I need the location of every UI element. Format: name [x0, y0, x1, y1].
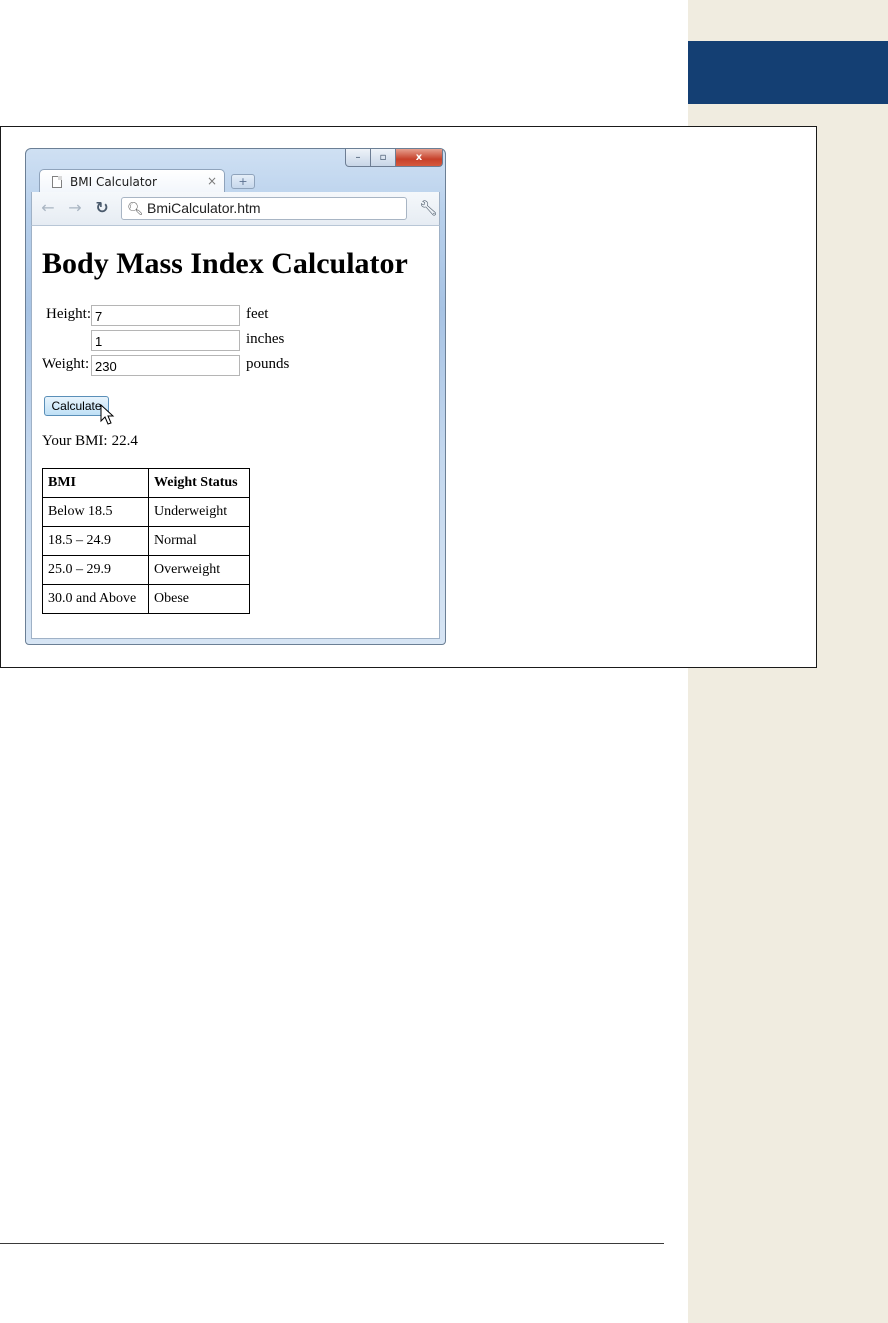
- wrench-icon[interactable]: 🔧︎: [419, 199, 438, 217]
- table-cell-status: Obese: [148, 584, 250, 614]
- table-cell-bmi: 18.5 – 24.9: [42, 526, 149, 556]
- tab-title: BMI Calculator: [70, 174, 157, 189]
- bmi-result: Your BMI: 22.4: [42, 433, 138, 450]
- footer-divider: [0, 1243, 664, 1244]
- url-text: BmiCalculator.htm: [147, 200, 261, 216]
- table-row: Below 18.5 Underweight: [42, 497, 250, 527]
- table-row: 18.5 – 24.9 Normal: [42, 526, 250, 556]
- inches-unit-label: inches: [246, 331, 285, 347]
- mouse-pointer-icon: [100, 404, 115, 425]
- table-header-bmi: BMI: [42, 468, 149, 498]
- forward-arrow-icon[interactable]: →: [66, 199, 84, 217]
- height-inches-field[interactable]: [91, 330, 240, 351]
- table-row: 25.0 – 29.9 Overweight: [42, 555, 250, 585]
- close-window-button[interactable]: x: [396, 149, 443, 167]
- table-cell-bmi: 25.0 – 29.9: [42, 555, 149, 585]
- back-arrow-icon[interactable]: ←: [39, 199, 57, 217]
- browser-window: – ▫ x BMI Calculator × + ← → ↻ 🔍︎ BmiCal…: [25, 148, 446, 645]
- new-tab-button[interactable]: +: [231, 174, 255, 189]
- window-controls: – ▫ x: [345, 149, 443, 168]
- weight-field[interactable]: [91, 355, 240, 376]
- page-viewport: Body Mass Index Calculator Height: feet …: [31, 226, 440, 639]
- table-cell-bmi: Below 18.5: [42, 497, 149, 527]
- height-label: Height:: [46, 306, 91, 322]
- maximize-button[interactable]: ▫: [371, 149, 396, 167]
- height-feet-field[interactable]: [91, 305, 240, 326]
- search-icon: 🔍︎: [127, 201, 144, 216]
- tab-bmi-calculator[interactable]: BMI Calculator ×: [39, 169, 225, 193]
- chapter-tab: [688, 41, 888, 104]
- page-icon: [52, 175, 62, 188]
- bmi-result-label: Your BMI:: [42, 433, 108, 449]
- page-title: Body Mass Index Calculator: [42, 247, 408, 280]
- bmi-result-value: 22.4: [111, 433, 138, 449]
- reload-icon[interactable]: ↻: [93, 199, 111, 217]
- table-row: 30.0 and Above Obese: [42, 584, 250, 614]
- table-header-row: BMI Weight Status: [42, 468, 250, 498]
- address-bar[interactable]: 🔍︎ BmiCalculator.htm: [121, 197, 407, 220]
- feet-unit-label: feet: [246, 306, 269, 322]
- table-cell-status: Normal: [148, 526, 250, 556]
- table-header-weight-status: Weight Status: [148, 468, 250, 498]
- bmi-table: BMI Weight Status Below 18.5 Underweight…: [42, 468, 250, 614]
- pounds-unit-label: pounds: [246, 356, 290, 372]
- tab-close-icon[interactable]: ×: [207, 174, 217, 188]
- table-cell-status: Underweight: [148, 497, 250, 527]
- table-cell-status: Overweight: [148, 555, 250, 585]
- browser-toolbar: ← → ↻ 🔍︎ BmiCalculator.htm 🔧︎: [31, 192, 440, 226]
- minimize-button[interactable]: –: [345, 149, 371, 167]
- table-cell-bmi: 30.0 and Above: [42, 584, 149, 614]
- weight-label: Weight:: [42, 356, 90, 372]
